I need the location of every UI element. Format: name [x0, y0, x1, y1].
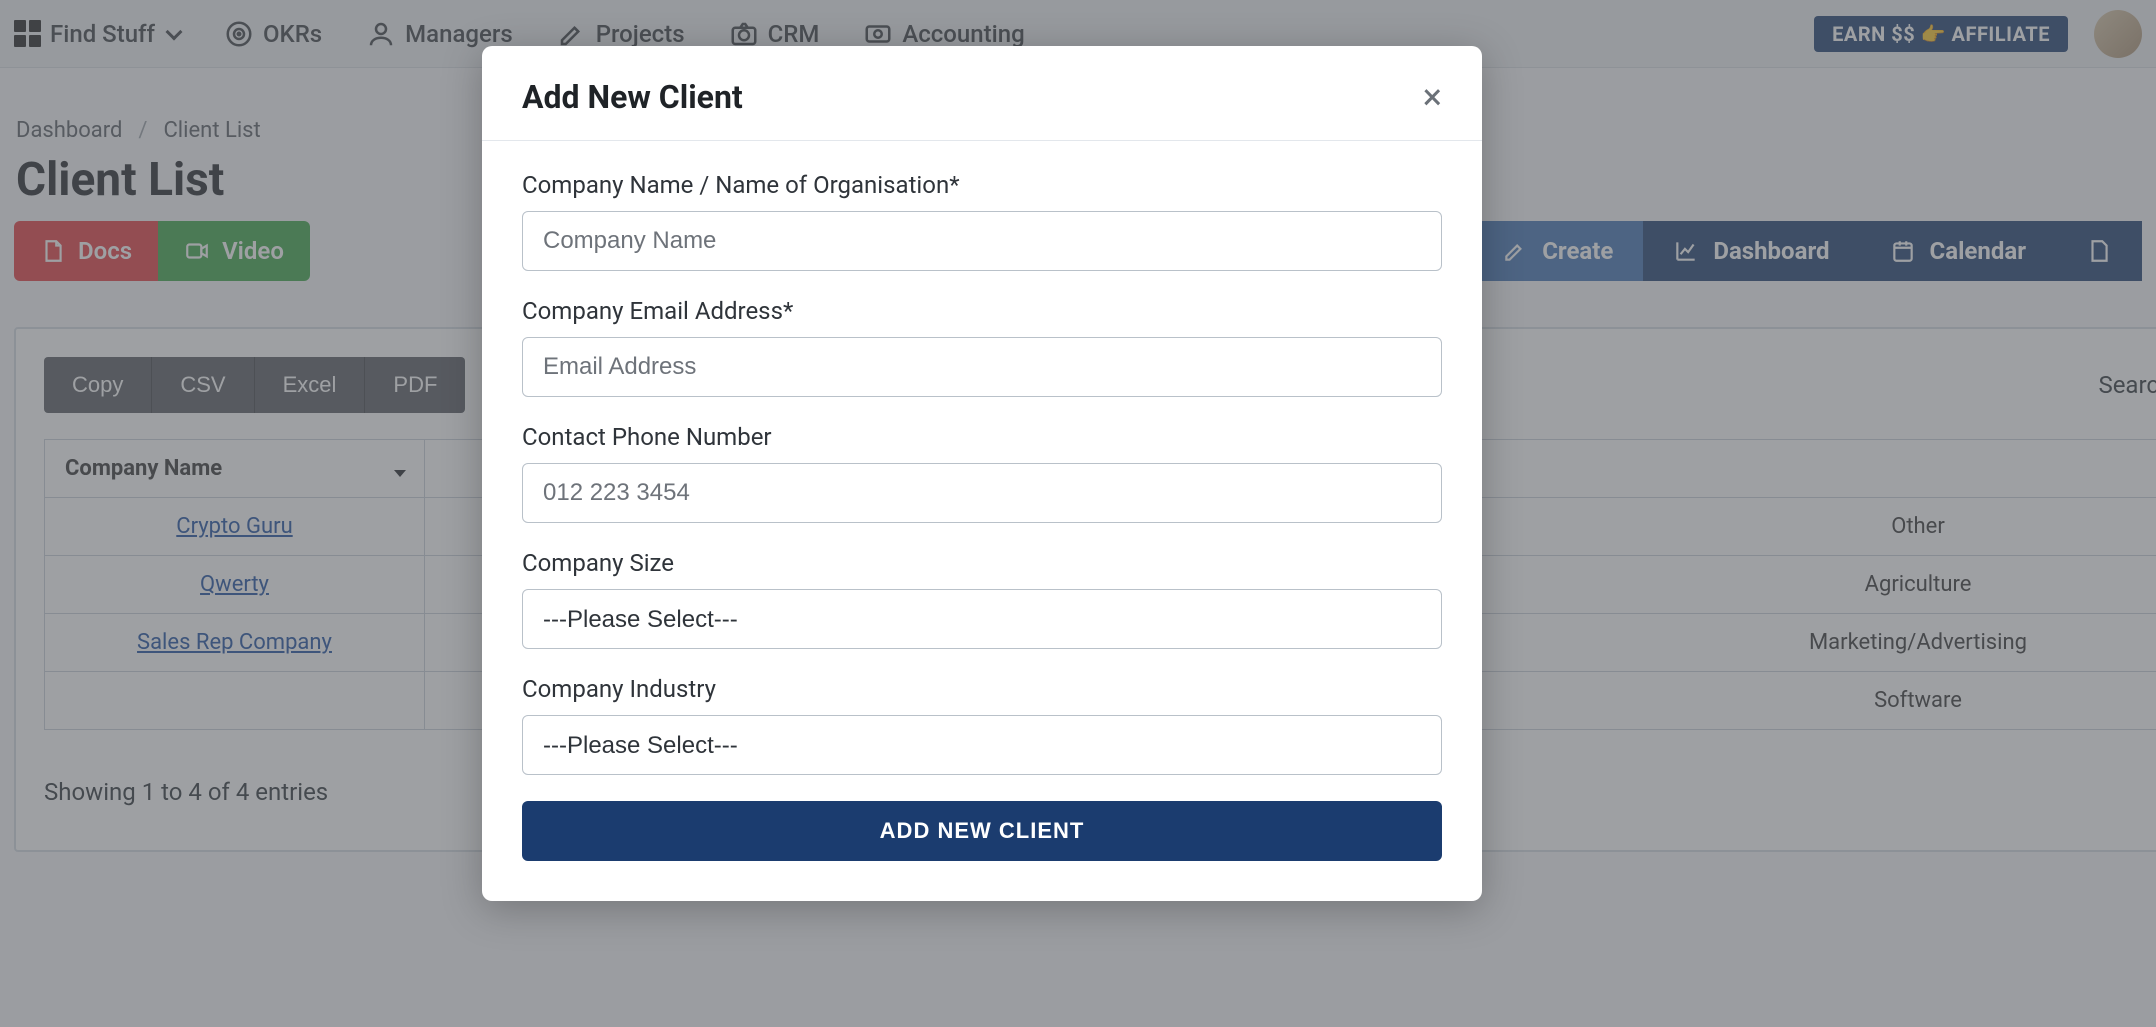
label-phone: Contact Phone Number [522, 423, 1442, 451]
label-industry: Company Industry [522, 675, 1442, 703]
add-client-modal: Add New Client × Company Name / Name of … [482, 46, 1482, 901]
close-icon[interactable]: × [1423, 79, 1442, 115]
add-new-client-button[interactable]: ADD NEW CLIENT [522, 801, 1442, 861]
input-phone[interactable] [522, 463, 1442, 523]
label-email: Company Email Address* [522, 297, 1442, 325]
modal-title: Add New Client [522, 78, 743, 116]
select-industry[interactable]: ---Please Select--- [522, 715, 1442, 775]
input-email[interactable] [522, 337, 1442, 397]
label-size: Company Size [522, 549, 1442, 577]
select-size[interactable]: ---Please Select--- [522, 589, 1442, 649]
label-company-name: Company Name / Name of Organisation* [522, 171, 1442, 199]
input-company-name[interactable] [522, 211, 1442, 271]
